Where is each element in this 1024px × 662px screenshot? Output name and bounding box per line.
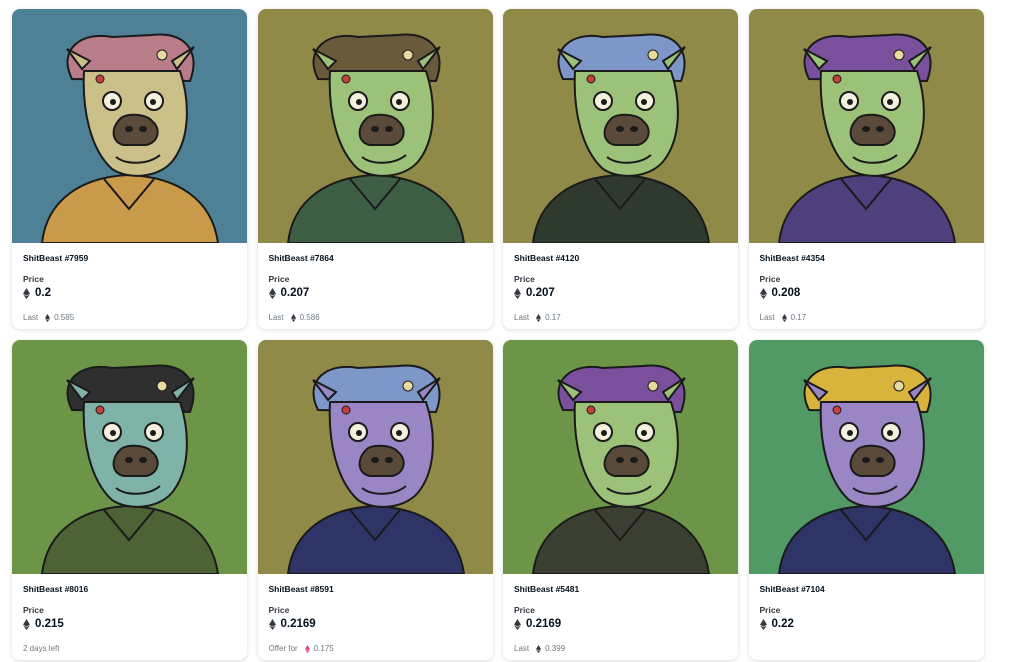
- eth-icon: [45, 313, 51, 322]
- price-value: 0.207: [526, 287, 555, 299]
- footer-value: 0.586: [299, 313, 320, 322]
- nft-image[interactable]: [12, 340, 247, 574]
- footer-value: 0.585: [54, 313, 75, 322]
- nft-card-info: ShitBeast #8591 Price 0.2169 Offer for 0.175: [258, 574, 493, 653]
- price-row: 0.2169: [268, 618, 483, 630]
- price-row: 0.2169: [514, 618, 728, 630]
- nft-image[interactable]: [503, 340, 738, 574]
- price-value: 0.2: [35, 287, 51, 299]
- price-label: Price: [514, 605, 535, 615]
- footer-value: 0.17: [545, 313, 561, 322]
- nft-name[interactable]: ShitBeast #5481: [514, 584, 728, 596]
- price-row: 0.207: [514, 287, 728, 299]
- nft-name[interactable]: ShitBeast #8591: [269, 584, 483, 596]
- price-label: Price: [268, 274, 290, 284]
- price-label: Price: [23, 605, 44, 615]
- nft-card-info: ShitBeast #7104 Price 0.22: [749, 574, 984, 630]
- nft-image[interactable]: [748, 340, 984, 574]
- last-sale-row: 2 days left: [23, 644, 237, 653]
- footer-label: Last: [514, 313, 530, 322]
- price-value: 0.207: [280, 287, 310, 299]
- last-sale-row: Last 0.17: [760, 313, 974, 322]
- eth-icon: [514, 287, 521, 299]
- last-sale-row: Offer for 0.175: [269, 644, 483, 653]
- nft-card-info: ShitBeast #8016 Price 0.215 2 days left: [12, 574, 247, 653]
- last-sale-row: Last 0.17: [514, 313, 728, 322]
- price-row: 0.207: [268, 287, 483, 299]
- price-label: Price: [23, 274, 44, 284]
- nft-name[interactable]: ShitBeast #7959: [23, 253, 237, 265]
- footer-label: 2 days left: [23, 644, 60, 653]
- nft-image[interactable]: [257, 9, 493, 243]
- nft-name[interactable]: ShitBeast #8016: [23, 584, 237, 596]
- nft-image[interactable]: [748, 9, 984, 243]
- nft-card[interactable]: ShitBeast #8591 Price 0.2169 Offer for 0.175: [257, 340, 493, 660]
- nft-artwork: [257, 9, 493, 243]
- price-value: 0.208: [771, 287, 801, 299]
- nft-image[interactable]: [12, 9, 247, 243]
- footer-label: Last: [268, 313, 284, 322]
- nft-card[interactable]: ShitBeast #7864 Price 0.207 Last 0.586: [257, 9, 493, 329]
- nft-card[interactable]: ShitBeast #5481 Price 0.2169 Last 0.399: [503, 340, 738, 660]
- price-value: 0.2169: [280, 618, 316, 630]
- eth-icon: [536, 644, 542, 653]
- nft-card-info: ShitBeast #5481 Price 0.2169 Last 0.399: [503, 574, 738, 653]
- eth-icon: [759, 618, 767, 630]
- nft-artwork: [12, 340, 247, 574]
- footer-label: Last: [759, 313, 775, 322]
- price-row: 0.2: [23, 287, 237, 299]
- price-row: 0.22: [759, 618, 974, 630]
- eth-icon: [536, 313, 542, 322]
- last-sale-row: Last 0.585: [23, 313, 237, 322]
- eth-icon: [23, 618, 30, 630]
- nft-card[interactable]: ShitBeast #7104 Price 0.22: [748, 340, 984, 660]
- eth-icon: [290, 313, 296, 322]
- last-sale-row: Last 0.586: [269, 313, 483, 322]
- eth-icon: [23, 287, 30, 299]
- nft-card-info: ShitBeast #4354 Price 0.208 Last 0.17: [749, 243, 984, 322]
- eth-icon: [268, 287, 276, 299]
- eth-icon: [514, 618, 521, 630]
- eth-icon: [759, 287, 767, 299]
- footer-value: 0.175: [313, 644, 334, 653]
- price-label: Price: [514, 274, 535, 284]
- nft-artwork: [503, 9, 738, 243]
- nft-artwork: [12, 9, 247, 243]
- price-value: 0.2169: [526, 618, 562, 630]
- footer-value: 0.399: [545, 644, 566, 653]
- nft-name[interactable]: ShitBeast #7104: [760, 584, 974, 596]
- price-row: 0.215: [23, 618, 237, 630]
- last-sale-row: Last 0.399: [514, 644, 728, 653]
- nft-artwork: [748, 9, 984, 243]
- footer-label: Last: [514, 644, 530, 653]
- price-label: Price: [268, 605, 290, 615]
- nft-card-info: ShitBeast #4120 Price 0.207 Last 0.17: [503, 243, 738, 322]
- price-value: 0.22: [771, 618, 794, 630]
- nft-name[interactable]: ShitBeast #4354: [760, 253, 974, 265]
- price-label: Price: [759, 274, 781, 284]
- nft-card[interactable]: ShitBeast #4354 Price 0.208 Last 0.17: [748, 9, 984, 329]
- nft-artwork: [503, 340, 738, 574]
- nft-image[interactable]: [503, 9, 738, 243]
- nft-card[interactable]: ShitBeast #8016 Price 0.215 2 days left: [12, 340, 247, 660]
- price-row: 0.208: [759, 287, 974, 299]
- nft-artwork: [257, 340, 493, 574]
- nft-grid: ShitBeast #7959 Price 0.2 Last 0.585 ShitBea…: [12, 9, 992, 660]
- weth-icon: [304, 644, 310, 653]
- nft-card[interactable]: ShitBeast #7959 Price 0.2 Last 0.585: [12, 9, 247, 329]
- nft-card-info: ShitBeast #7959 Price 0.2 Last 0.585: [12, 243, 247, 322]
- nft-name[interactable]: ShitBeast #7864: [269, 253, 483, 265]
- price-value: 0.215: [35, 618, 64, 630]
- nft-card[interactable]: ShitBeast #4120 Price 0.207 Last 0.17: [503, 9, 738, 329]
- nft-name[interactable]: ShitBeast #4120: [514, 253, 728, 265]
- nft-artwork: [748, 340, 984, 574]
- footer-label: Last: [23, 313, 39, 322]
- eth-icon: [781, 313, 787, 322]
- footer-value: 0.17: [790, 313, 807, 322]
- price-label: Price: [759, 605, 781, 615]
- eth-icon: [268, 618, 276, 630]
- footer-label: Offer for: [268, 644, 298, 653]
- nft-card-info: ShitBeast #7864 Price 0.207 Last 0.586: [258, 243, 493, 322]
- nft-image[interactable]: [257, 340, 493, 574]
